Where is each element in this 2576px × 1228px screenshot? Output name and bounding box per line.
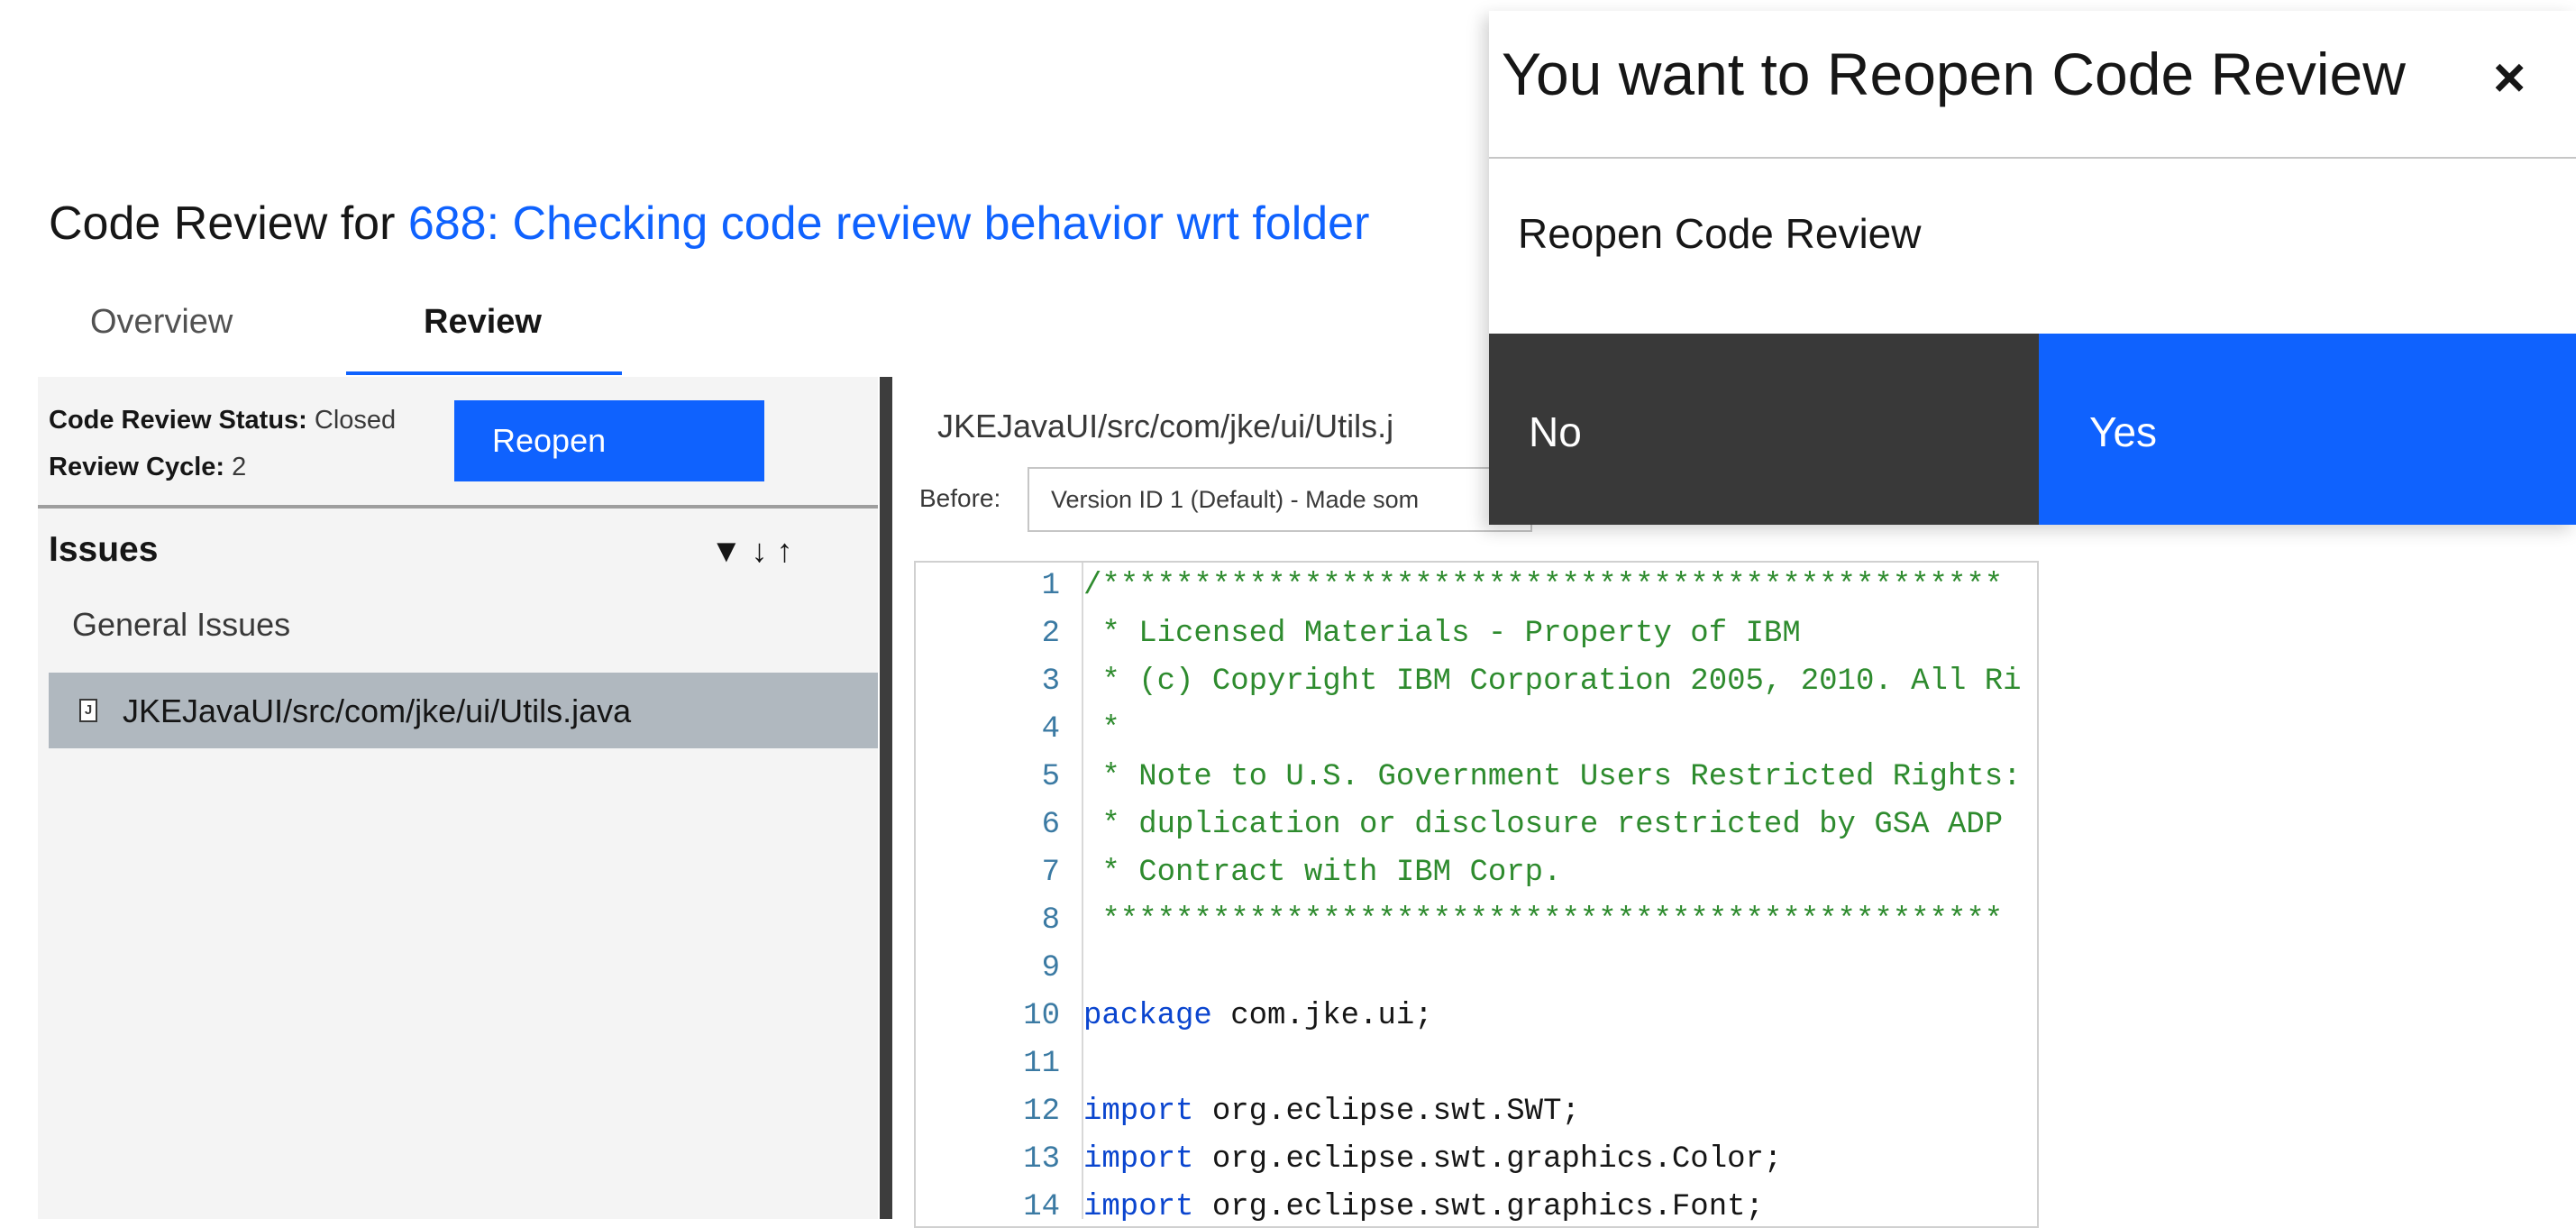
line-text: * duplication or disclosure restricted b… [1083,808,2004,842]
line-text: * Note to U.S. Government Users Restrict… [1083,760,2022,794]
line-number: 14 [1023,1190,1060,1224]
review-cycle: Review Cycle: 2 [49,453,246,482]
line-number: 8 [1041,903,1060,938]
arrow-down-icon[interactable]: ↓ [752,532,777,569]
code-rest: org.eclipse.swt.graphics.Font; [1193,1190,1764,1224]
line-number: 10 [1023,999,1060,1033]
line-number: 7 [1041,856,1060,890]
line-number: 5 [1041,760,1060,794]
code-rest: org.eclipse.swt.graphics.Color; [1193,1142,1783,1177]
code-rest: org.eclipse.swt.SWT; [1193,1095,1580,1129]
dialog-title: You want to Reopen Code Review [1502,41,2406,107]
line-number: 9 [1041,951,1060,985]
line-number: 3 [1041,664,1060,699]
general-issues-item[interactable]: General Issues [72,606,290,644]
tab-overview-label: Overview [90,303,233,341]
panel-splitter[interactable] [880,377,892,1219]
line-number: 13 [1023,1142,1060,1177]
divider [38,505,878,509]
dialog-body: Reopen Code Review [1518,210,1922,257]
line-number: 2 [1041,617,1060,651]
java-file-icon: J [79,699,97,722]
review-sidebar [38,377,878,1219]
line-text: * (c) Copyright IBM Corporation 2005, 20… [1083,664,2022,699]
tab-overview[interactable]: Overview [90,303,233,342]
line-text: ****************************************… [1083,903,2004,938]
gutter-divider [1082,563,1083,1219]
cycle-value: 2 [224,453,247,481]
page-title: Code Review for 688: Checking code revie… [49,197,1369,251]
work-item-link[interactable]: 688: Checking code review behavior wrt f… [408,197,1370,250]
file-path: JKEJavaUI/src/com/jke/ui/Utils.j [937,408,1394,444]
line-number: 12 [1023,1095,1060,1129]
code-keyword: package [1083,999,1212,1033]
no-button[interactable]: No [1489,334,2039,525]
close-icon[interactable]: × [2493,50,2526,106]
issue-file-label: JKEJavaUI/src/com/jke/ui/Utils.java [123,692,632,729]
line-number: 6 [1041,808,1060,842]
yes-button[interactable]: Yes [2039,334,2576,525]
tab-review-label: Review [424,303,542,341]
code-keyword: import [1083,1142,1194,1177]
line-text: * Contract with IBM Corp. [1083,856,1562,890]
line-text: import org.eclipse.swt.graphics.Color; [1083,1136,1782,1184]
tab-review[interactable]: Review [424,303,542,342]
code-rest: com.jke.ui; [1211,999,1433,1033]
review-status: Code Review Status: Closed [49,406,396,435]
line-text: import org.eclipse.swt.graphics.Font; [1083,1184,1764,1226]
tab-selected-indicator [346,371,622,375]
line-text: * Licensed Materials - Property of IBM [1083,617,1801,651]
status-label: Code Review Status: [49,406,307,435]
line-number: 4 [1041,712,1060,747]
line-text: /***************************************… [1083,569,2004,603]
cycle-label: Review Cycle: [49,453,225,481]
issues-heading: Issues [49,530,159,569]
code-keyword: import [1083,1190,1194,1224]
line-text: import org.eclipse.swt.SWT; [1083,1088,1580,1136]
dialog-divider [1489,157,2576,159]
before-label: Before: [919,484,1001,512]
filter-icon[interactable]: ▼ [710,532,752,569]
arrow-up-icon[interactable]: ↑ [777,532,802,569]
version-select[interactable]: Version ID 1 (Default) - Made som [1028,467,1532,532]
line-number: 11 [1023,1047,1060,1081]
line-text: package com.jke.ui; [1083,993,1433,1040]
code-keyword: import [1083,1095,1194,1129]
issue-toolbar: ▼↓↑ [710,532,802,570]
status-value: Closed [306,406,397,435]
line-text: * [1083,712,1120,747]
line-number: 1 [1041,569,1060,603]
page-title-prefix: Code Review for [49,197,408,250]
reopen-button[interactable]: Reopen [454,400,764,481]
